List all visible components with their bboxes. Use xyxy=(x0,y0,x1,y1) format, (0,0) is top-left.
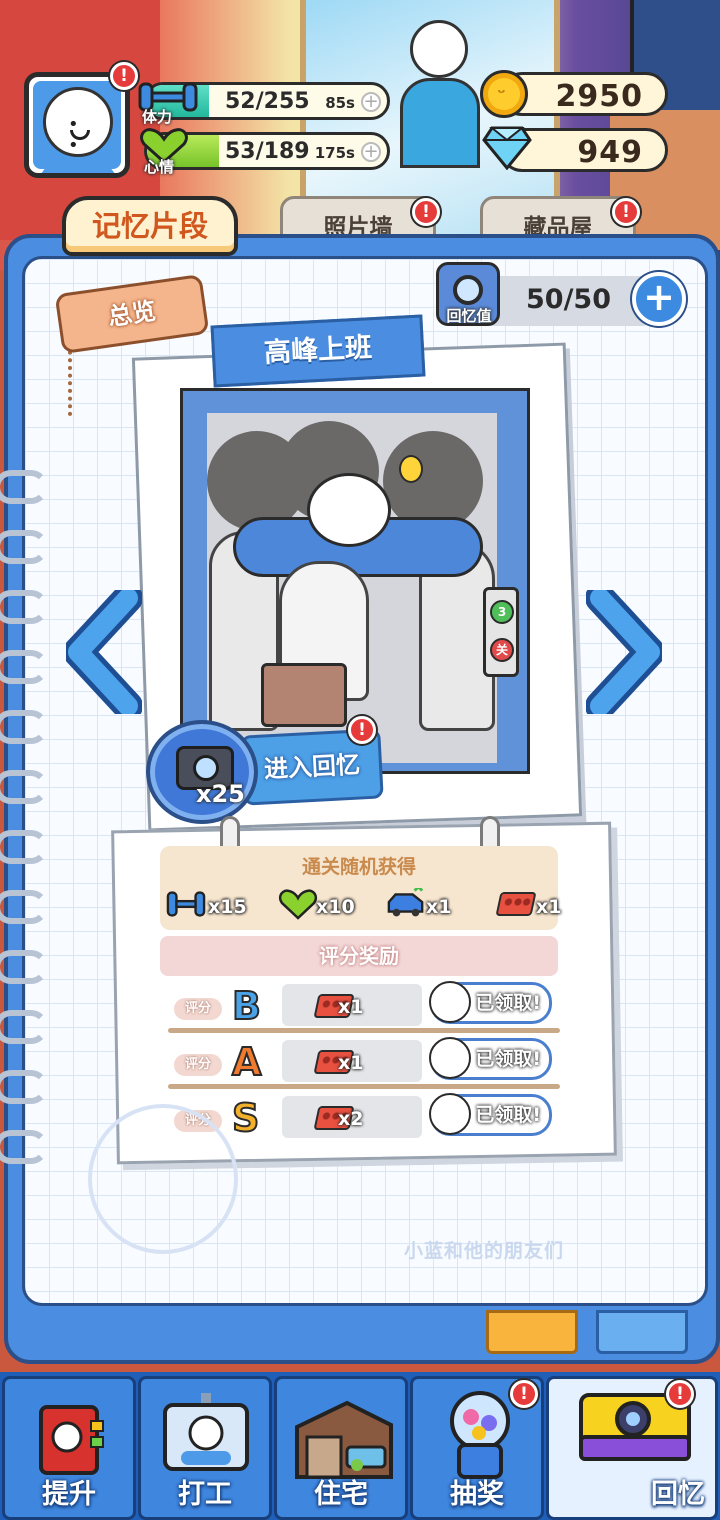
heart-icon: 心情 xyxy=(138,126,202,186)
spiral-ring xyxy=(0,590,48,624)
spiral-ring xyxy=(0,950,48,984)
watermark-face xyxy=(88,1104,238,1254)
next-arrow-button[interactable] xyxy=(585,583,665,721)
reward-quantity: x15 xyxy=(208,896,247,918)
spiral-ring xyxy=(0,890,48,924)
add-memory-button[interactable]: + xyxy=(632,272,686,326)
coin-value: 2950 xyxy=(555,79,643,114)
memory-value-label: 回忆值 xyxy=(446,307,492,325)
score-row-a: 评分 A x1 已领取! xyxy=(160,1037,560,1094)
reward-quantity: x1 xyxy=(338,996,364,1018)
collection-alert-badge: ! xyxy=(612,198,640,226)
mood-plus-button[interactable]: + xyxy=(361,142,381,162)
reward-slot: x2 xyxy=(282,1096,422,1138)
score-label: 评分 xyxy=(174,998,222,1020)
claimed-status[interactable]: 已领取! xyxy=(429,1093,552,1136)
poster-character-head xyxy=(410,20,468,78)
reward-quantity: x1 xyxy=(536,896,562,918)
elevator-panel: 3 关 xyxy=(483,587,519,677)
gem-icon xyxy=(482,124,532,171)
bookmark-orange xyxy=(486,1310,578,1354)
score-label: 评分 xyxy=(174,1054,222,1076)
prev-arrow-button[interactable] xyxy=(63,583,143,721)
brick-icon xyxy=(495,892,537,916)
camera-cost-badge: x25 xyxy=(146,720,258,824)
spiral-ring xyxy=(0,530,48,564)
reward-quantity: x1 xyxy=(338,1052,364,1074)
episode-title: 高峰上班 xyxy=(210,314,426,388)
grade-letter: S xyxy=(231,1095,260,1141)
reward-slot: x1 xyxy=(282,984,422,1026)
memory-value: 50/50 xyxy=(526,284,612,315)
nav-label: 抽奖 xyxy=(450,1479,504,1510)
spiral-ring xyxy=(0,1130,48,1164)
spiral-ring xyxy=(0,1070,48,1104)
spiral-ring xyxy=(0,770,48,804)
poster-character-body xyxy=(400,78,480,168)
random-reward-title: 通关随机获得 xyxy=(301,856,416,878)
stamina-plus-button[interactable]: + xyxy=(361,92,381,112)
enter-memory-alert-badge: ! xyxy=(348,716,376,744)
lottery-alert-badge: ! xyxy=(510,1380,538,1408)
nav-label: 打工 xyxy=(178,1479,232,1510)
claimed-status[interactable]: 已领取! xyxy=(429,981,552,1024)
reward-slot: x1 xyxy=(282,1040,422,1082)
lightbulb-icon xyxy=(399,455,423,483)
nav-work[interactable]: 打工 xyxy=(138,1376,272,1520)
spiral-ring xyxy=(0,470,48,504)
nav-label: 住宅 xyxy=(314,1479,368,1510)
hero-head xyxy=(307,473,391,547)
gem-value: 949 xyxy=(577,135,643,170)
memory-camera-icon: 回忆值 xyxy=(436,262,500,326)
gacha-icon xyxy=(450,1391,510,1479)
bookmark-blue xyxy=(596,1310,688,1354)
avatar-face: • • xyxy=(43,87,113,157)
score-reward-title: 评分奖励 xyxy=(160,936,558,976)
reward-quantity: x10 xyxy=(316,896,355,918)
shopping-bag xyxy=(261,663,347,727)
spiral-ring xyxy=(0,710,48,744)
grade-letter: A xyxy=(231,1039,262,1085)
grade-letter: B xyxy=(231,983,262,1029)
camera-cost-value: x25 xyxy=(196,780,245,808)
spiral-ring xyxy=(0,1010,48,1044)
score-row-b: 评分 B x1 已领取! xyxy=(160,981,560,1038)
memory-value-bar: 50/50 xyxy=(482,276,652,326)
random-reward-panel: 通关随机获得 x15 x10 x1 x1 xyxy=(160,846,562,930)
nav-label: 提升 xyxy=(42,1479,96,1510)
face-icon xyxy=(429,1093,471,1135)
book-icon xyxy=(39,1405,104,1475)
mood-label: 心情 xyxy=(144,158,175,176)
dumbbell-icon xyxy=(166,891,206,917)
nav-upgrade[interactable]: 提升 xyxy=(2,1376,136,1520)
face-icon xyxy=(429,981,471,1023)
spiral-ring xyxy=(0,650,48,684)
spiral-ring xyxy=(0,830,48,864)
elevator-floor-button: 3 xyxy=(490,600,514,624)
stamina-value: 52/255 xyxy=(225,89,310,114)
face-icon xyxy=(429,1037,471,1079)
car-icon xyxy=(387,888,424,917)
heart-icon xyxy=(278,889,318,920)
stamina-timer: 85s xyxy=(325,94,355,112)
mood-value: 53/189 xyxy=(225,139,310,164)
reward-quantity: x2 xyxy=(338,1108,364,1130)
nav-label: 回忆 xyxy=(651,1479,705,1510)
player-avatar[interactable]: • • xyxy=(24,72,130,178)
episode-photo[interactable]: 3 关 xyxy=(180,388,530,774)
mood-timer: 175s xyxy=(314,144,355,162)
bottom-nav: 提升 打工 住宅 抽奖 回忆 ! ! xyxy=(0,1372,720,1520)
nav-home[interactable]: 住宅 xyxy=(274,1376,408,1520)
reward-quantity: x1 xyxy=(426,896,452,918)
avatar-alert-badge: ! xyxy=(110,62,138,90)
elevator-close-button: 关 xyxy=(490,638,514,662)
tab-memory-fragments[interactable]: 记忆片段 xyxy=(62,196,238,256)
id-badge-icon xyxy=(163,1393,249,1471)
claimed-status[interactable]: 已领取! xyxy=(429,1037,552,1080)
memory-alert-badge: ! xyxy=(666,1380,694,1408)
photo-wall-alert-badge: ! xyxy=(412,198,440,226)
brand-watermark: 小蓝和他的朋友们 xyxy=(404,1240,565,1262)
coin-icon: ᵕ xyxy=(480,70,528,118)
stamina-label: 体力 xyxy=(142,108,173,126)
